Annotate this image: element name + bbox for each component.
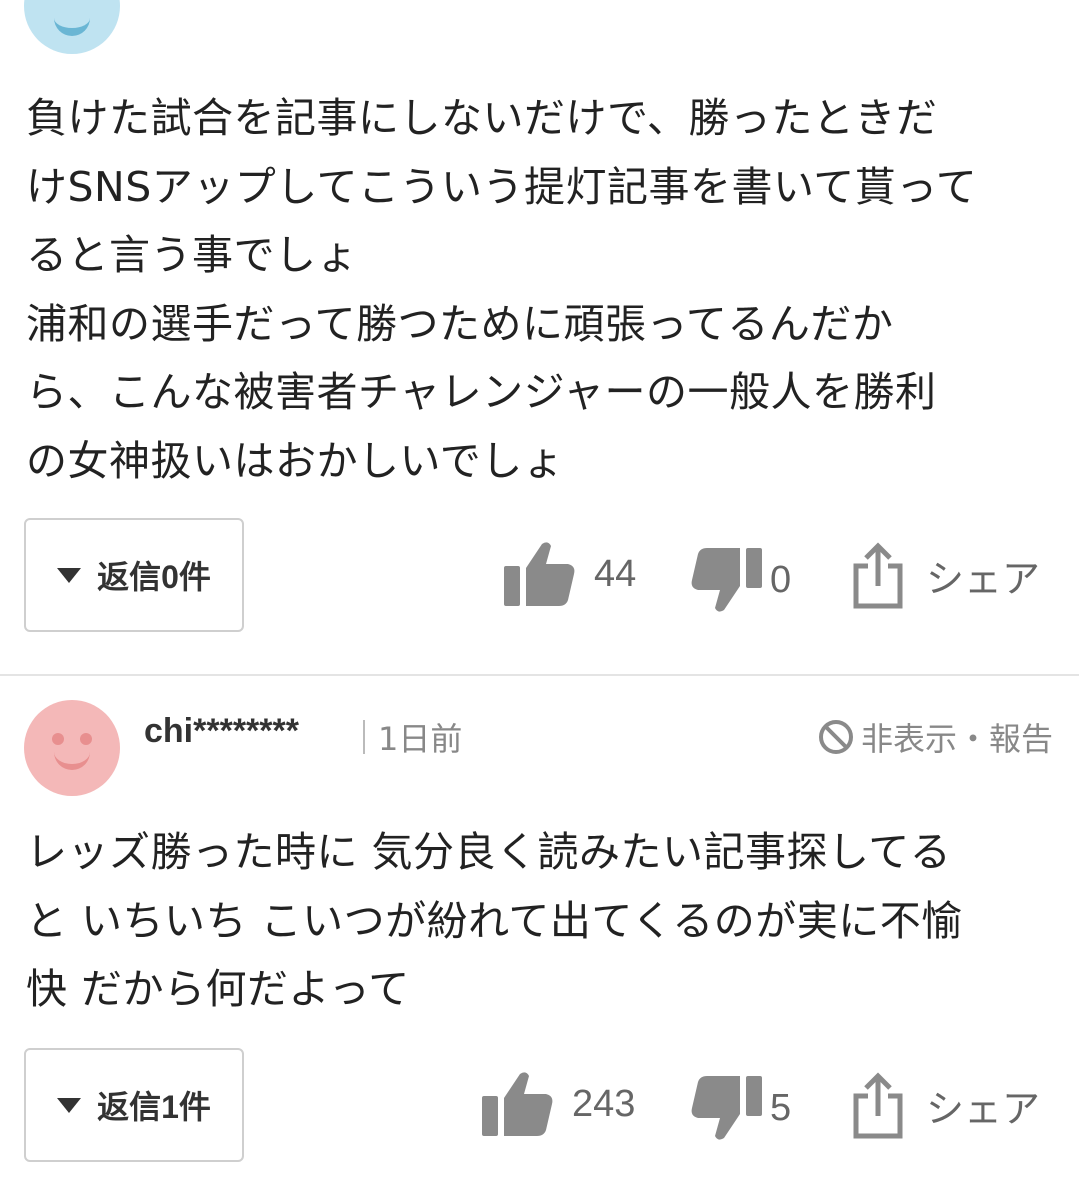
like-count: 243 (572, 1082, 636, 1125)
share-icon (853, 1072, 903, 1139)
reply-toggle-button[interactable]: 返信0件 (24, 518, 244, 632)
thumbs-up-icon (504, 542, 575, 606)
triangle-down-icon (57, 1097, 82, 1113)
dislike-count: 0 (770, 558, 792, 601)
share-label: シェア (926, 1088, 1041, 1131)
dislike-count: 5 (770, 1086, 792, 1129)
like-button[interactable]: 243 (482, 1070, 635, 1138)
comment-line: 負けた試合を記事にしないだけで、勝ったときだ (26, 94, 938, 142)
username[interactable]: chi******** (144, 712, 299, 751)
comment-line: 浦和の選手だって勝つために頑張ってるんだか (26, 299, 894, 348)
triangle-down-icon (57, 567, 82, 583)
report-label: 非表示・報告 (860, 720, 1053, 758)
like-count: 44 (594, 552, 637, 595)
thumbs-down-icon (691, 1076, 762, 1140)
thumbs-up-icon (482, 1072, 553, 1136)
comment-text: レッズ勝った時に 気分良く読みたい記事探してる と いちいち こいつが紛れて出て… (26, 818, 1059, 1024)
separator (363, 720, 365, 754)
dislike-button[interactable]: 5 (690, 1074, 791, 1142)
comment-line: レッズ勝った時に 気分良く読みたい記事探してる (26, 828, 952, 876)
like-button[interactable]: 44 (504, 540, 636, 608)
divider (0, 674, 1079, 676)
comment-line: と いちいち こいつが紛れて出てくるのが実に不愉 (26, 896, 963, 945)
comment-line: の女神扱いはおかしいでしょ (26, 436, 565, 485)
comment-line: ら、こんな被害者チャレンジャーの一般人を勝利 (26, 368, 937, 416)
block-icon (818, 720, 853, 754)
comment-text: 負けた試合を記事にしないだけで、勝ったときだ けSNSアップしてこういう提灯記事… (26, 84, 1059, 495)
avatar (24, 700, 120, 796)
share-label: シェア (926, 558, 1041, 601)
reply-toggle-button[interactable]: 返信1件 (24, 1048, 244, 1162)
share-button[interactable]: シェア (852, 1070, 1040, 1140)
share-button[interactable]: シェア (852, 540, 1040, 610)
comment-line: ると言う事でしょ (26, 231, 358, 279)
timestamp: 1日前 (378, 720, 463, 758)
reply-count-label: 返信0件 (97, 559, 211, 595)
dislike-button[interactable]: 0 (690, 546, 791, 614)
hide-report-button[interactable]: 非表示・報告 (817, 714, 1053, 760)
thumbs-down-icon (691, 548, 762, 612)
share-icon (853, 542, 903, 609)
comment-line: けSNSアップしてこういう提灯記事を書いて貰って (26, 162, 978, 211)
reply-count-label: 返信1件 (97, 1089, 211, 1125)
comment-line: 快 だから何だよって (26, 965, 410, 1013)
avatar (24, 0, 120, 54)
